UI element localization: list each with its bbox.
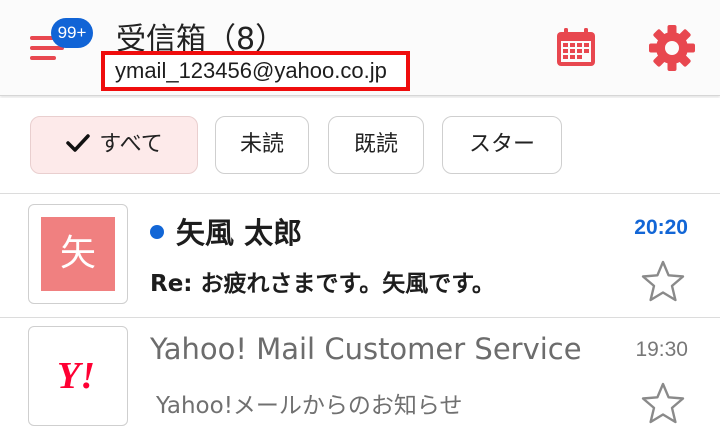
sender-name-text: 矢風 太郎 xyxy=(176,216,303,250)
filter-unread-chip[interactable]: 未読 xyxy=(215,116,309,174)
filter-read-label: 既読 xyxy=(353,132,398,157)
message-subject: Re: お疲れさまです。矢風です。 xyxy=(150,271,495,297)
message-subject: Yahoo!メールからのお知らせ xyxy=(156,393,463,419)
avatar-initial: 矢 xyxy=(41,217,115,291)
app-header: 99+ 受信箱（8） ymail_123456@yahoo.co.jp xyxy=(0,0,720,96)
filter-starred-chip[interactable]: スター xyxy=(442,116,562,174)
star-button[interactable] xyxy=(640,380,686,426)
sender-name: 矢風 太郎 xyxy=(150,210,302,252)
sender-avatar: 矢 xyxy=(28,204,128,304)
star-outline-icon xyxy=(641,260,685,302)
filter-starred-label: スター xyxy=(468,132,535,157)
yahoo-logo: Y! xyxy=(57,355,95,397)
filter-bar: すべて 未読 既読 スター xyxy=(0,98,720,194)
filter-all-label: すべて xyxy=(99,132,163,157)
message-time: 19:30 xyxy=(635,338,688,361)
filter-read-chip[interactable]: 既読 xyxy=(328,116,424,174)
menu-icon-bar xyxy=(30,56,56,60)
checkmark-icon xyxy=(66,134,90,152)
calendar-icon xyxy=(557,28,595,66)
calendar-button[interactable] xyxy=(548,20,604,76)
message-list-item[interactable]: Y! Yahoo! Mail Customer Service Yahoo!メー… xyxy=(0,318,720,440)
account-email[interactable]: ymail_123456@yahoo.co.jp xyxy=(101,51,410,91)
star-button[interactable] xyxy=(640,258,686,304)
unread-count-badge: 99+ xyxy=(51,18,93,48)
settings-button[interactable] xyxy=(644,20,700,76)
filter-all-chip[interactable]: すべて xyxy=(30,116,198,174)
filter-unread-label: 未読 xyxy=(239,132,284,157)
message-list-item[interactable]: 矢 矢風 太郎 Re: お疲れさまです。矢風です。 20:20 xyxy=(0,196,720,318)
unread-dot-icon xyxy=(150,225,164,239)
star-outline-icon xyxy=(641,382,685,424)
message-time: 20:20 xyxy=(634,216,688,239)
gear-icon xyxy=(649,25,695,71)
sender-name: Yahoo! Mail Customer Service xyxy=(150,332,582,366)
svg-text:Y!: Y! xyxy=(57,355,95,397)
sender-avatar: Y! xyxy=(28,326,128,426)
